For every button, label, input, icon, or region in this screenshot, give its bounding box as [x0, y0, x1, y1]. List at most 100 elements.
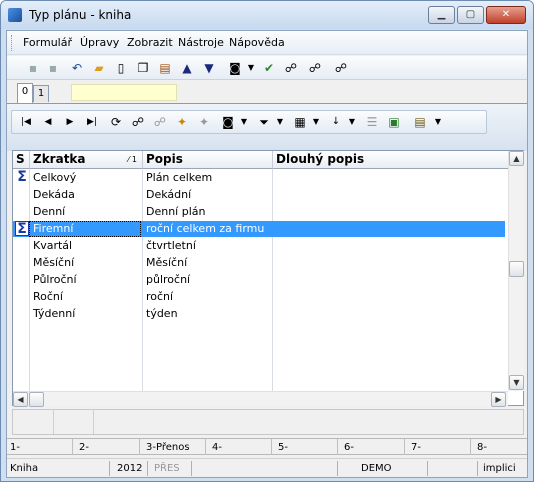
menu-zobrazit[interactable]: Zobrazit: [127, 36, 173, 49]
fkey-1[interactable]: 1-: [10, 440, 20, 455]
menu-napoveda[interactable]: Nápověda: [229, 36, 285, 49]
maximize-button[interactable]: ▢: [457, 6, 484, 24]
cell-zkratka[interactable]: Týdenní: [30, 306, 142, 322]
cell-zkratka[interactable]: Celkový: [30, 170, 142, 186]
scroll-left-button[interactable]: ◀: [13, 392, 28, 407]
cell-popis[interactable]: půlroční: [143, 272, 272, 288]
cell-popis[interactable]: Měsíční: [143, 255, 272, 271]
cell-popis[interactable]: roční celkem za firmu: [143, 221, 272, 237]
scroll-down-button[interactable]: ▼: [509, 375, 524, 390]
fkey-7[interactable]: 7-: [411, 440, 421, 455]
find-next-icon[interactable]: ☍: [307, 60, 323, 76]
undo-icon[interactable]: ↶: [69, 60, 85, 76]
new-document-icon[interactable]: ▯: [113, 60, 129, 76]
filter-check-icon[interactable]: ✔: [261, 60, 277, 76]
table-row[interactable]: Denní Denní plán: [13, 204, 505, 220]
fkey-6[interactable]: 6-: [344, 440, 354, 455]
fkey-4[interactable]: 4-: [212, 440, 222, 455]
cell-zkratka[interactable]: Dekáda: [30, 187, 142, 203]
table-row[interactable]: Σ Celkový Plán celkem: [13, 170, 505, 186]
last-record-icon[interactable]: ▶|: [84, 114, 100, 130]
menu-formular[interactable]: Formulář: [23, 36, 72, 49]
sort-dropdown-icon[interactable]: ▼: [344, 114, 360, 130]
cell-popis[interactable]: Dekádní: [143, 187, 272, 203]
menu-upravy[interactable]: Úpravy: [80, 36, 119, 49]
cell-zkratka[interactable]: Půlroční: [30, 272, 142, 288]
refresh-icon[interactable]: ⟳: [108, 114, 124, 130]
scroll-right-button[interactable]: ▶: [491, 392, 506, 407]
table-row[interactable]: Půlroční půlroční: [13, 272, 505, 288]
horizontal-scrollbar[interactable]: ◀ ▶: [13, 391, 508, 407]
book-icon[interactable]: ▤: [157, 60, 173, 76]
fkey-8[interactable]: 8-: [477, 440, 487, 455]
dropdown-arrow-icon[interactable]: ▼: [243, 60, 259, 76]
cell-zkratka[interactable]: Kvartál: [30, 238, 142, 254]
cell-dlouhy-popis[interactable]: [273, 289, 505, 305]
add-star-icon[interactable]: ✦: [174, 114, 190, 130]
list-icon[interactable]: ☰: [364, 114, 380, 130]
fkey-5[interactable]: 5-: [278, 440, 288, 455]
table-row[interactable]: Roční roční: [13, 289, 505, 305]
table-row[interactable]: Kvartál čtvrtletní: [13, 238, 505, 254]
tab-0[interactable]: 0: [17, 83, 33, 103]
columns-dropdown-icon[interactable]: ▼: [308, 114, 324, 130]
find-all-icon[interactable]: ☍: [333, 60, 349, 76]
cell-dlouhy-popis[interactable]: [273, 306, 505, 322]
cell-popis[interactable]: týden: [143, 306, 272, 322]
cell-dlouhy-popis[interactable]: [273, 187, 505, 203]
arrow-up-icon[interactable]: ▲: [179, 60, 195, 76]
cell-dlouhy-popis[interactable]: [273, 221, 505, 237]
minimize-button[interactable]: ▁: [428, 6, 455, 24]
remove-star-icon[interactable]: ✦: [196, 114, 212, 130]
report-icon[interactable]: ▤: [412, 114, 428, 130]
export-excel-icon[interactable]: ▣: [386, 114, 402, 130]
cell-zkratka[interactable]: Měsíční: [30, 255, 142, 271]
search-disabled-icon[interactable]: ☍: [152, 114, 168, 130]
save-icon[interactable]: ▪: [25, 60, 41, 76]
cell-zkratka[interactable]: Roční: [30, 289, 142, 305]
menu-nastroje[interactable]: Nástroje: [178, 36, 224, 49]
camera-icon[interactable]: ◙: [227, 60, 243, 76]
prev-record-icon[interactable]: ◀: [40, 114, 56, 130]
cell-popis[interactable]: Denní plán: [143, 204, 272, 220]
table-row[interactable]: Měsíční Měsíční: [13, 255, 505, 271]
search-icon[interactable]: ☍: [130, 114, 146, 130]
fkey-3[interactable]: 3-Přenos: [146, 440, 190, 455]
cell-popis[interactable]: roční: [143, 289, 272, 305]
scroll-up-button[interactable]: ▲: [509, 151, 524, 166]
report-dropdown-icon[interactable]: ▼: [430, 114, 446, 130]
table-row[interactable]: Σ Firemní roční celkem za firmu: [13, 221, 505, 237]
next-record-icon[interactable]: ▶: [62, 114, 78, 130]
cell-dlouhy-popis[interactable]: [273, 238, 505, 254]
col-header-s[interactable]: S: [13, 151, 30, 169]
filter-dropdown-icon[interactable]: ▼: [272, 114, 288, 130]
close-button[interactable]: ✕: [486, 6, 526, 24]
arrow-down-icon[interactable]: ▼: [201, 60, 217, 76]
cell-dlouhy-popis[interactable]: [273, 170, 505, 186]
vertical-scrollbar[interactable]: ▲ ▼: [508, 151, 524, 391]
col-header-popis[interactable]: Popis: [143, 151, 273, 169]
scroll-thumb[interactable]: [509, 261, 524, 277]
funnel-icon[interactable]: ⏷: [256, 114, 272, 130]
cell-popis[interactable]: Plán celkem: [143, 170, 272, 186]
first-record-icon[interactable]: |◀: [18, 114, 34, 130]
fkey-2[interactable]: 2-: [79, 440, 89, 455]
title-bar[interactable]: Typ plánu - kniha ▁ ▢ ✕: [1, 1, 533, 29]
sort-az-icon[interactable]: ↓: [328, 114, 344, 130]
open-folder-icon[interactable]: ▰: [91, 60, 107, 76]
save-as-icon[interactable]: ▪: [45, 60, 61, 76]
table-row[interactable]: Týdenní týden: [13, 306, 505, 322]
camera-dropdown-icon[interactable]: ▼: [236, 114, 252, 130]
table-row[interactable]: Dekáda Dekádní: [13, 187, 505, 203]
cell-dlouhy-popis[interactable]: [273, 255, 505, 271]
copy-icon[interactable]: ❐: [135, 60, 151, 76]
cell-dlouhy-popis[interactable]: [273, 272, 505, 288]
hscroll-thumb[interactable]: [29, 392, 44, 407]
binoculars-icon[interactable]: ☍: [283, 60, 299, 76]
tab-1[interactable]: 1: [33, 85, 49, 102]
cell-popis[interactable]: čtvrtletní: [143, 238, 272, 254]
grid-camera-icon[interactable]: ◙: [220, 114, 236, 130]
col-header-zkratka[interactable]: Zkratka ⁄ 1: [30, 151, 143, 169]
col-header-dlouhy-popis[interactable]: Dlouhý popis: [273, 151, 508, 169]
columns-icon[interactable]: ▦: [292, 114, 308, 130]
